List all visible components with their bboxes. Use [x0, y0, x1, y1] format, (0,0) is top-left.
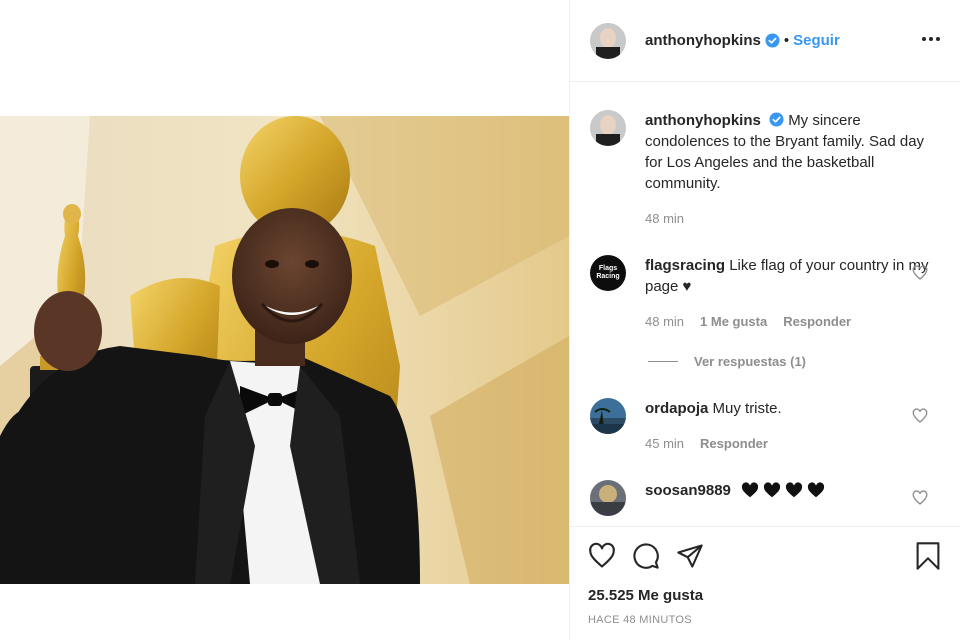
reply-button[interactable]: Responder — [783, 311, 851, 332]
author-avatar[interactable] — [590, 110, 626, 146]
commenter-avatar[interactable]: Flags Racing — [590, 255, 626, 291]
more-icon[interactable] — [920, 28, 942, 50]
commenter-avatar[interactable] — [590, 480, 626, 516]
heart-icon[interactable] — [588, 542, 616, 570]
comment-text: Muy triste. — [712, 400, 782, 417]
comment-meta: 48 min 1 Me gusta Responder — [645, 311, 940, 332]
comment-username[interactable]: anthonyhopkins — [645, 112, 761, 129]
author-username[interactable]: anthonyhopkins — [645, 32, 761, 49]
post-time-ago[interactable]: HACE 48 MINUTOS — [588, 614, 942, 626]
action-icons — [588, 541, 942, 571]
comment-time[interactable]: 48 min — [645, 208, 684, 229]
comment-body: ordapoja Muy triste. 45 min Responder — [645, 398, 940, 454]
avatar-logo-text: Flags Racing — [596, 265, 620, 280]
author-avatar[interactable] — [590, 22, 626, 59]
comment-item: soosan9889 — [590, 480, 940, 516]
comment-time[interactable]: 45 min — [645, 433, 684, 454]
comment-likes[interactable]: 1 Me gusta — [700, 311, 767, 332]
comment-body: flagsracing Like flag of your country in… — [645, 255, 940, 332]
share-icon[interactable] — [676, 542, 704, 570]
comment-emoji-hearts — [741, 482, 825, 498]
comment-username[interactable]: soosan9889 — [645, 482, 731, 499]
black-heart-icon — [785, 482, 803, 498]
caption-comment: anthonyhopkins My sincere condolences to… — [590, 110, 940, 229]
black-heart-icon — [763, 482, 781, 498]
comment-time[interactable]: 48 min — [645, 311, 684, 332]
post-side-panel: anthonyhopkins • Seguir anthonyhopkins M… — [569, 0, 960, 640]
comment-username[interactable]: ordapoja — [645, 400, 708, 417]
commenter-avatar[interactable] — [590, 398, 626, 434]
view-replies-button[interactable]: Ver respuestas (1) — [648, 354, 806, 369]
post-photo[interactable] — [0, 116, 569, 584]
comment-body: anthonyhopkins My sincere condolences to… — [645, 110, 940, 229]
comment-icon[interactable] — [632, 542, 660, 570]
post-header: anthonyhopkins • Seguir — [570, 0, 960, 82]
comment-meta: 48 min — [645, 208, 940, 229]
comment-username[interactable]: flagsracing — [645, 257, 725, 274]
reply-button[interactable]: Responder — [700, 433, 768, 454]
likes-count[interactable]: 25.525 Me gusta — [588, 587, 942, 604]
comment-meta: 45 min Responder — [645, 433, 940, 454]
comments-list: anthonyhopkins My sincere condolences to… — [570, 83, 960, 526]
comment-body: soosan9889 — [645, 480, 940, 516]
like-comment-heart-icon[interactable] — [912, 490, 928, 506]
verified-badge-icon — [765, 33, 780, 48]
black-heart-icon — [807, 482, 825, 498]
like-comment-heart-icon[interactable] — [912, 408, 928, 424]
post-media-area — [0, 0, 569, 640]
verified-badge-icon — [769, 112, 784, 127]
post-actions: 25.525 Me gusta HACE 48 MINUTOS — [570, 526, 960, 640]
bookmark-icon[interactable] — [914, 541, 942, 571]
header-separator: • — [783, 32, 790, 49]
photo-illustration — [0, 116, 569, 584]
follow-button[interactable]: Seguir — [793, 32, 840, 49]
comment-item: Flags Racing flagsracing Like flag of yo… — [590, 255, 940, 332]
view-replies-label: Ver respuestas (1) — [694, 354, 807, 369]
black-heart-icon — [741, 482, 759, 498]
like-comment-heart-icon[interactable] — [912, 265, 928, 281]
comment-item: ordapoja Muy triste. 45 min Responder — [590, 398, 940, 454]
replies-divider — [648, 361, 678, 362]
